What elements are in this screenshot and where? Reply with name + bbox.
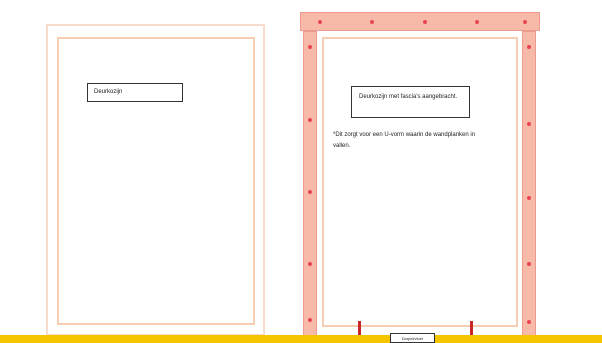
fastener-marker [308,118,312,122]
fastener-marker [527,262,531,266]
left-fascia [303,31,317,336]
door-frame-inner [57,37,255,325]
right-fascia [522,31,536,336]
floor-anchor [358,321,361,335]
floor-label: Dorpel/vloer [390,333,435,343]
floor-strip [0,335,602,343]
fastener-marker [370,20,374,24]
fastener-marker [308,190,312,194]
fastener-marker [527,45,531,49]
fastener-marker [527,196,531,200]
fastener-marker [423,20,427,24]
fastener-marker [527,320,531,324]
floor-anchor [470,321,473,335]
fastener-marker [527,122,531,126]
fastener-marker [308,262,312,266]
door-frame-label: Deurkozijn [87,83,183,102]
top-fascia [300,12,540,31]
fascia-frame-inner [322,37,518,327]
u-shape-note: *Dit zorgt voor een U-vorm waarin de wan… [333,132,476,149]
fastener-marker [318,20,322,24]
fastener-marker [308,45,312,49]
fastener-marker [523,20,527,24]
fascia-frame-label: Deurkozijn met fascia's aangebracht. [351,86,470,118]
fastener-marker [308,318,312,322]
fastener-marker [475,20,479,24]
